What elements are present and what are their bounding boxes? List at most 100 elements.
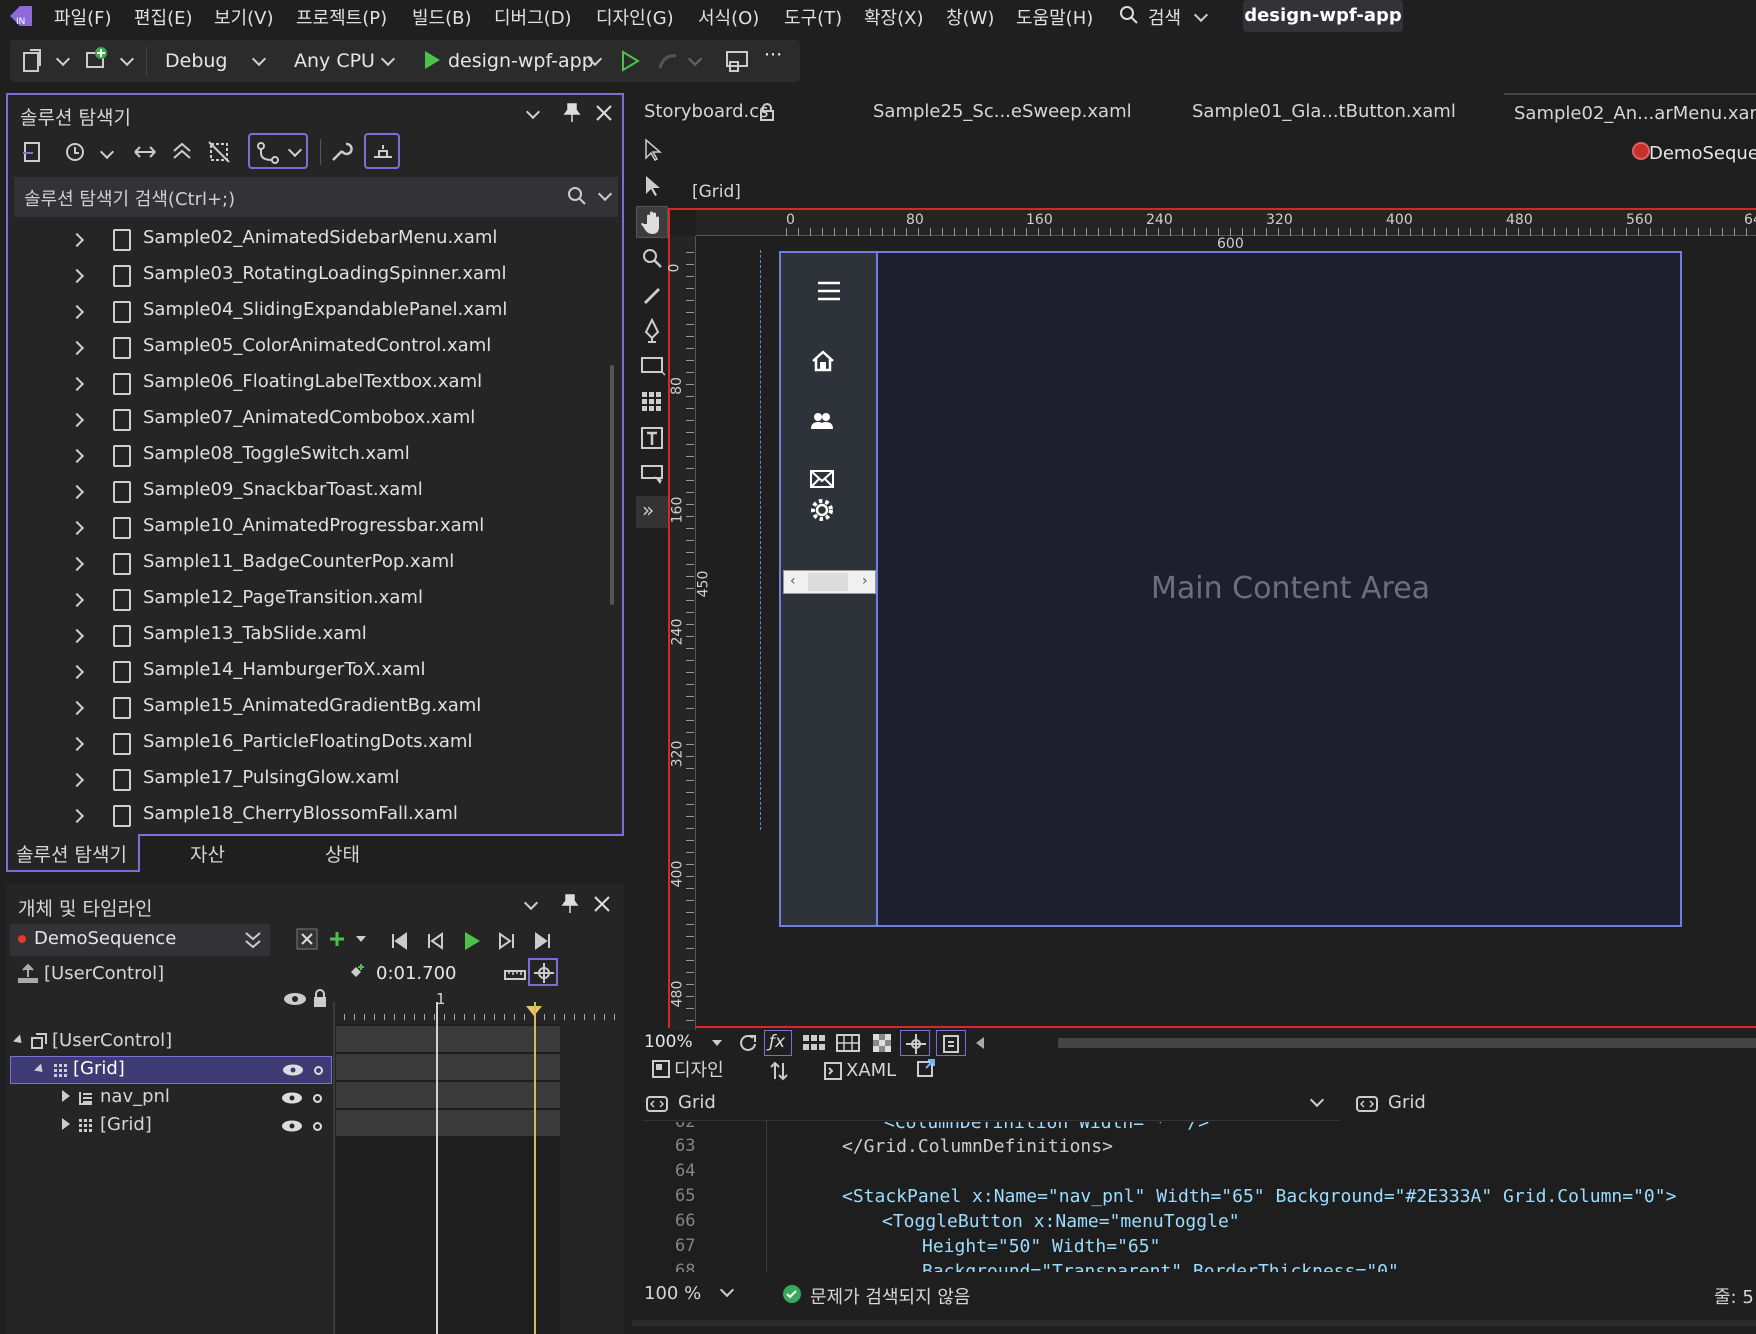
solution-file-item[interactable]: Sample12_PageTransition.xaml — [8, 583, 618, 617]
chevron-right-icon[interactable] — [69, 340, 85, 356]
preview-selected-button[interactable] — [364, 133, 400, 169]
chevron-right-icon[interactable] — [69, 448, 85, 464]
add-storyboard-dropdown[interactable] — [356, 936, 366, 942]
users-icon[interactable] — [810, 411, 834, 431]
solution-file-item[interactable]: Sample06_FloatingLabelTextbox.xaml — [8, 367, 618, 401]
search-input[interactable]: 솔루션 탐색기 검색(Ctrl+;) — [24, 185, 235, 211]
tab-solution-explorer[interactable]: 솔루션 탐색기 — [6, 834, 140, 872]
swap-panes-icon[interactable] — [768, 1060, 790, 1082]
eyedropper-icon[interactable] — [640, 282, 664, 306]
close-storyboard-icon[interactable] — [296, 928, 318, 950]
solution-file-item[interactable]: Sample13_TabSlide.xaml — [8, 619, 618, 653]
chevron-right-icon[interactable] — [69, 268, 85, 284]
solution-file-item[interactable]: Sample17_PulsingGlow.xaml — [8, 763, 618, 797]
rectangle-icon[interactable] — [640, 354, 666, 378]
splitter[interactable] — [333, 1002, 335, 1334]
search-icon[interactable] — [566, 185, 588, 207]
tab-xaml[interactable]: XAML — [824, 1058, 914, 1086]
platform-select[interactable]: Any CPU — [294, 50, 375, 72]
tree-node-grid[interactable]: [Grid] — [10, 1056, 332, 1084]
add-storyboard-icon[interactable] — [328, 930, 346, 948]
nav-panel[interactable]: ‹ › — [781, 253, 878, 925]
lock-toggle-dot[interactable] — [314, 1066, 323, 1075]
transparency-icon[interactable] — [872, 1033, 892, 1053]
scroll-thumb[interactable] — [808, 573, 848, 591]
current-time[interactable]: 0:01.700 — [376, 963, 457, 984]
solution-file-item[interactable]: Sample09_SnackbarToast.xaml — [8, 475, 618, 509]
storyboard-selector[interactable]: DemoSequence — [10, 924, 270, 956]
properties-wrench-icon[interactable] — [328, 139, 354, 165]
chevron-right-icon[interactable] — [69, 556, 85, 572]
timeline-ruler[interactable]: 1 — [336, 990, 624, 1024]
home-icon[interactable] — [810, 349, 836, 373]
eye-icon[interactable] — [281, 1062, 305, 1078]
tab-sample01[interactable]: Sample01_Gla...tButton.xaml — [1192, 101, 1456, 122]
horizontal-scrollbar-thumb[interactable] — [1058, 1038, 1756, 1048]
menu-tools[interactable]: 도구(T) — [784, 4, 842, 30]
more-options-icon[interactable]: ··· — [764, 44, 782, 66]
solution-file-item[interactable]: Sample18_CherryBlossomFall.xaml — [8, 799, 618, 833]
mail-icon[interactable] — [809, 469, 835, 489]
lock-toggle-dot[interactable] — [313, 1122, 322, 1131]
git-filter-button[interactable] — [248, 133, 308, 169]
tab-storyboard-cs[interactable]: Storyboard.cs — [644, 101, 769, 122]
first-frame-icon[interactable] — [390, 932, 410, 950]
scope-up-icon[interactable] — [16, 962, 40, 984]
solution-file-item[interactable]: Sample11_BadgeCounterPop.xaml — [8, 547, 618, 581]
menu-edit[interactable]: 편집(E) — [134, 4, 193, 30]
pin-icon[interactable] — [558, 892, 580, 916]
scope-bar-left[interactable]: Grid — [642, 1087, 1340, 1121]
live-visual-tree-icon[interactable] — [724, 48, 750, 74]
prev-frame-icon[interactable] — [426, 932, 446, 950]
chevron-right-icon[interactable] — [69, 304, 85, 320]
solution-file-item[interactable]: Sample07_AnimatedCombobox.xaml — [8, 403, 618, 437]
scroll-right-icon[interactable]: › — [862, 573, 868, 589]
menu-file[interactable]: 파일(F) — [54, 4, 112, 30]
add-keyframe-icon[interactable] — [346, 962, 368, 984]
chevron-right-icon[interactable] — [69, 664, 85, 680]
chevron-right-icon[interactable] — [69, 808, 85, 824]
wpf-preview-window[interactable]: ‹ › Main Content Area — [779, 251, 1682, 927]
chevron-right-icon[interactable] — [69, 376, 85, 392]
popout-icon[interactable] — [916, 1058, 936, 1078]
chevron-right-icon[interactable] — [69, 412, 85, 428]
chevron-right-icon[interactable] — [69, 736, 85, 752]
start-without-debug-icon[interactable] — [620, 50, 640, 72]
snap-grid-icon[interactable] — [836, 1033, 860, 1053]
recording-label[interactable]: DemoSequer — [1649, 143, 1756, 164]
global-search[interactable]: 검색 — [1118, 4, 1210, 30]
effects-toggle[interactable]: ƒx — [764, 1030, 792, 1056]
add-item-icon[interactable] — [84, 46, 110, 72]
editor-zoom-select[interactable]: 100 % — [644, 1283, 701, 1304]
scrollbar[interactable] — [610, 365, 614, 605]
close-icon[interactable] — [594, 103, 614, 123]
expand-arrow-icon[interactable] — [12, 1034, 26, 1047]
zoom-level-select[interactable]: 100% — [644, 1032, 693, 1052]
play-icon[interactable] — [422, 49, 442, 71]
control-tool-icon[interactable] — [640, 462, 666, 488]
zoom-icon[interactable] — [640, 246, 664, 270]
menu-help[interactable]: 도움말(H) — [1016, 4, 1093, 30]
chevron-down-icon[interactable] — [719, 1282, 735, 1298]
eye-icon[interactable] — [280, 1090, 304, 1106]
close-icon[interactable] — [592, 894, 612, 914]
breadcrumb[interactable]: [Grid] — [692, 182, 741, 202]
chevron-right-icon[interactable] — [69, 592, 85, 608]
solution-file-item[interactable]: Sample16_ParticleFloatingDots.xaml — [8, 727, 618, 761]
pin-icon[interactable] — [560, 101, 582, 125]
chevron-right-icon[interactable] — [69, 628, 85, 644]
tab-sample25[interactable]: Sample25_Sc...eSweep.xaml — [873, 101, 1132, 122]
chevron-right-icon[interactable] — [69, 772, 85, 788]
chevron-down-icon[interactable] — [1309, 1092, 1325, 1108]
grid-toggle-icon[interactable] — [802, 1033, 826, 1053]
chevron-right-icon[interactable] — [69, 520, 85, 536]
eye-icon[interactable] — [280, 1118, 304, 1134]
next-frame-icon[interactable] — [496, 932, 516, 950]
expand-arrow-icon[interactable] — [33, 1063, 47, 1076]
text-tool-icon[interactable] — [640, 426, 666, 452]
snap-settings-icon[interactable] — [504, 966, 526, 982]
solution-file-item[interactable]: Sample04_SlidingExpandablePanel.xaml — [8, 295, 618, 329]
chevron-right-icon[interactable] — [69, 484, 85, 500]
show-all-files-icon[interactable] — [206, 139, 232, 165]
snap-toggle-button[interactable] — [528, 958, 558, 986]
